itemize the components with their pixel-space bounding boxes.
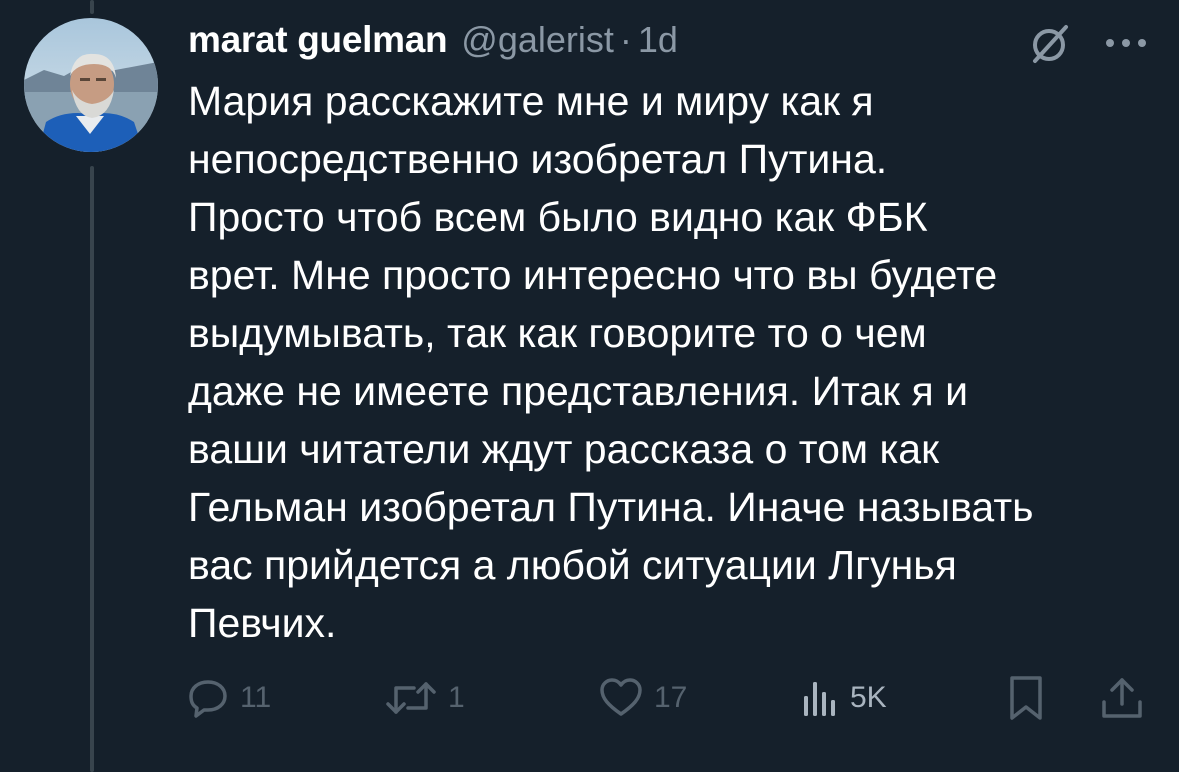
like-count: 17 [654, 681, 688, 714]
reply-count: 11 [240, 681, 272, 714]
views-button[interactable]: 5K [800, 670, 887, 726]
share-button[interactable] [1098, 670, 1146, 726]
more-dots-icon[interactable] [1102, 36, 1150, 50]
retweet-button[interactable]: 1 [384, 670, 465, 726]
reply-button[interactable]: 11 [186, 670, 271, 726]
action-bar: 11 1 17 5K [0, 670, 1179, 726]
views-count: 5K [850, 681, 887, 714]
reply-icon [186, 676, 230, 720]
retweet-icon [384, 676, 438, 720]
display-name[interactable]: marat guelman [188, 19, 448, 61]
separator-dot: · [619, 19, 632, 60]
like-button[interactable]: 17 [598, 670, 687, 726]
thread-line-top [90, 0, 94, 14]
tweet-header: marat guelman @galerist · 1d [188, 12, 678, 68]
bookmark-button[interactable] [1006, 670, 1046, 726]
retweet-count: 1 [448, 681, 465, 714]
avatar[interactable] [24, 18, 158, 152]
share-icon [1098, 674, 1146, 722]
user-handle[interactable]: @galerist [461, 19, 614, 61]
bookmark-icon [1006, 674, 1046, 722]
views-bar-icon [800, 676, 840, 720]
timestamp[interactable]: 1d [638, 19, 678, 61]
tweet-text: Мария расскажите мне и миру как я непоср… [188, 78, 1034, 646]
heart-icon [598, 676, 644, 720]
grok-slash-icon[interactable] [1026, 20, 1074, 68]
